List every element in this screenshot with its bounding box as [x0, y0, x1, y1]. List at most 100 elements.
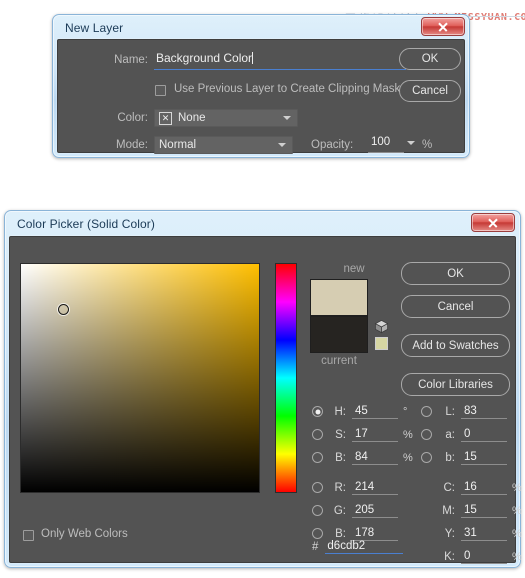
- opacity-label: Opacity:: [311, 139, 354, 151]
- opacity-chevron-down-icon[interactable]: [407, 141, 415, 145]
- cmyk-row-c: C: 16%: [421, 480, 522, 495]
- rgb-input-r[interactable]: 214: [352, 481, 398, 495]
- new-layer-ok-button[interactable]: OK: [399, 48, 461, 70]
- color-picker-dialog: Color Picker (Solid Color) new current O…: [4, 210, 522, 568]
- hex-hash-label: #: [312, 541, 319, 553]
- hsb-label-h: H:: [334, 405, 347, 418]
- lab-row-b: b: 15: [421, 450, 507, 465]
- mode-label: Mode:: [116, 139, 148, 151]
- cmyk-label-y: Y:: [444, 527, 455, 540]
- hsb-row-h: H: 45 °: [312, 404, 407, 419]
- rgb-row-g: G: 205: [312, 503, 398, 518]
- no-color-icon: ✕: [159, 111, 172, 125]
- hsb-radio-b[interactable]: [312, 452, 323, 463]
- chevron-down-icon: [278, 143, 286, 147]
- blend-mode-value: Normal: [159, 139, 197, 151]
- hsb-unit-b: %: [403, 451, 413, 464]
- hsb-input-h[interactable]: 45: [352, 405, 398, 419]
- color-picker-cancel-button[interactable]: Cancel: [401, 295, 510, 318]
- name-label: Name:: [114, 54, 148, 66]
- new-layer-dialog: New Layer Name: Background Color Use Pre…: [52, 14, 470, 158]
- cmyk-label-c: C:: [443, 481, 456, 494]
- hex-field-row: # d6cdb2: [312, 540, 404, 554]
- color-picker-title: Color Picker (Solid Color): [17, 217, 155, 231]
- hex-input[interactable]: d6cdb2: [325, 540, 404, 554]
- lab-row-l: L: 83: [421, 404, 507, 419]
- lab-input-l[interactable]: 83: [461, 405, 507, 419]
- screenshot-root: 思缘设计论坛 WWW.MISSYUAN.COM New Layer Name: …: [0, 0, 525, 578]
- new-layer-title: New Layer: [65, 21, 124, 35]
- rgb-row-r: R: 214: [312, 480, 398, 495]
- cmyk-row-m: M: 15%: [421, 503, 522, 518]
- lab-radio-a[interactable]: [421, 429, 432, 440]
- cmyk-unit-m: %: [512, 504, 522, 517]
- hsb-input-b[interactable]: 84: [352, 451, 398, 465]
- lab-label-l: L:: [445, 405, 455, 418]
- new-layer-body: Name: Background Color Use Previous Laye…: [57, 39, 465, 154]
- new-color-swatch: [310, 279, 368, 316]
- hue-slider[interactable]: [275, 263, 297, 493]
- layer-name-input[interactable]: Background Color: [154, 51, 406, 70]
- rgb-label-g: G:: [333, 504, 346, 517]
- color-picker-close-button[interactable]: [471, 213, 515, 232]
- rgb-input-g[interactable]: 205: [352, 504, 398, 518]
- lab-input-b[interactable]: 15: [461, 451, 507, 465]
- lab-label-a: a:: [445, 428, 455, 441]
- only-web-colors-label: Only Web Colors: [41, 528, 128, 540]
- color-libraries-button[interactable]: Color Libraries: [401, 373, 510, 396]
- cmyk-label-m: M:: [442, 504, 455, 517]
- lab-radio-b[interactable]: [421, 452, 432, 463]
- lab-row-a: a: 0: [421, 427, 507, 442]
- clipping-mask-label: Use Previous Layer to Create Clipping Ma…: [174, 83, 401, 95]
- cmyk-row-y: Y: 31%: [421, 526, 522, 541]
- cmyk-unit-y: %: [512, 527, 522, 540]
- color-picker-body: new current OK Cancel Add to Swatches Co…: [9, 236, 522, 564]
- web-safe-warning-cube-icon[interactable]: [374, 319, 389, 334]
- rgb-radio-b[interactable]: [312, 528, 323, 539]
- cmyk-unit-k: %: [512, 550, 522, 563]
- hsb-label-b: B:: [335, 451, 346, 464]
- hsb-input-s[interactable]: 17: [352, 428, 398, 442]
- rgb-label-r: R:: [334, 481, 347, 494]
- lab-input-a[interactable]: 0: [461, 428, 507, 442]
- color-label: Color:: [117, 112, 148, 124]
- rgb-radio-g[interactable]: [312, 505, 323, 516]
- clipping-mask-checkbox[interactable]: [155, 85, 166, 96]
- cmyk-label-k: K:: [444, 550, 455, 563]
- rgb-radio-r[interactable]: [312, 482, 323, 493]
- current-color-swatch[interactable]: [310, 316, 368, 353]
- sb-black-layer: [21, 264, 259, 492]
- layer-color-value: None: [178, 112, 206, 124]
- cmyk-input-k[interactable]: 0: [461, 550, 507, 564]
- rgb-input-b[interactable]: 178: [352, 527, 398, 541]
- blend-mode-select[interactable]: Normal: [154, 136, 293, 154]
- current-color-label: current: [321, 355, 357, 367]
- cmyk-unit-c: %: [512, 481, 522, 494]
- layer-color-select[interactable]: ✕ None: [154, 109, 298, 127]
- opacity-input[interactable]: 100: [368, 136, 404, 153]
- rgb-label-b: B:: [335, 527, 346, 540]
- add-to-swatches-button[interactable]: Add to Swatches: [401, 334, 510, 357]
- lab-radio-l[interactable]: [421, 406, 432, 417]
- web-safe-color-swatch[interactable]: [375, 337, 388, 350]
- color-picker-ok-button[interactable]: OK: [401, 262, 510, 285]
- hsb-unit-h: °: [403, 405, 408, 418]
- cmyk-input-m[interactable]: 15: [461, 504, 507, 518]
- cmyk-row-k: K: 0%: [421, 549, 522, 564]
- new-layer-cancel-button[interactable]: Cancel: [399, 80, 461, 102]
- opacity-unit: %: [422, 139, 433, 151]
- hsb-unit-s: %: [403, 428, 413, 441]
- hsb-radio-h[interactable]: [312, 406, 323, 417]
- hsb-row-b: B: 84%: [312, 450, 413, 465]
- hsb-radio-s[interactable]: [312, 429, 323, 440]
- new-layer-close-button[interactable]: [421, 17, 465, 36]
- lab-label-b: b:: [445, 451, 455, 464]
- chevron-down-icon: [283, 116, 291, 120]
- text-caret: [252, 52, 254, 64]
- only-web-colors-checkbox[interactable]: [23, 530, 34, 541]
- cmyk-input-c[interactable]: 16: [461, 481, 507, 495]
- saturation-brightness-field[interactable]: [20, 263, 260, 493]
- hsb-row-s: S: 17%: [312, 427, 413, 442]
- cmyk-input-y[interactable]: 31: [461, 527, 507, 541]
- rgb-row-b: B: 178: [312, 526, 398, 541]
